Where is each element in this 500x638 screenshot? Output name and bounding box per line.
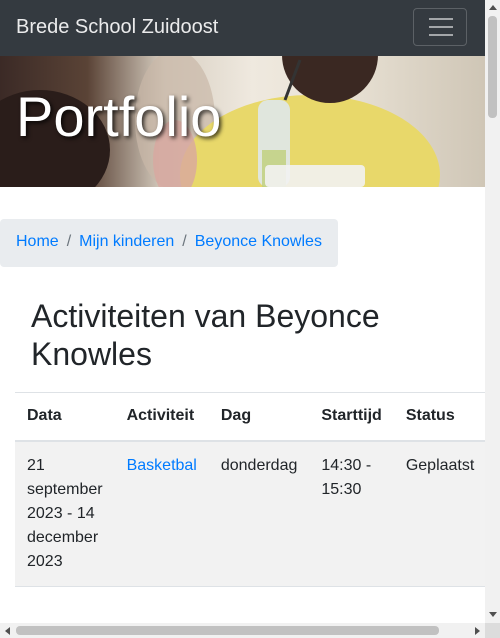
- column-header-data: Data: [15, 392, 115, 442]
- horizontal-scrollbar[interactable]: [0, 623, 485, 638]
- menu-toggle-button[interactable]: [413, 8, 467, 46]
- column-header-status: Status: [393, 392, 485, 442]
- page-viewport: Brede School Zuidoost Portfolio Home / Mij…: [0, 0, 485, 623]
- column-header-dag: Dag: [208, 392, 310, 442]
- vertical-scrollbar[interactable]: [485, 0, 500, 623]
- vertical-scrollbar-thumb[interactable]: [488, 16, 497, 118]
- hamburger-menu-icon: [429, 26, 453, 28]
- scroll-down-arrow-icon[interactable]: [489, 612, 497, 617]
- breadcrumb: Home / Mijn kinderen / Beyonce Knowles: [0, 219, 338, 267]
- hamburger-menu-icon-line: [429, 18, 453, 20]
- page-title: Activiteiten van Beyonce Knowles: [31, 298, 380, 372]
- column-header-starttijd: Starttijd: [309, 392, 394, 442]
- breadcrumb-children-link[interactable]: Mijn kinderen: [79, 233, 174, 250]
- breadcrumb-separator: /: [66, 233, 72, 250]
- horizontal-scrollbar-thumb[interactable]: [16, 626, 439, 635]
- hamburger-menu-icon-line: [429, 34, 453, 36]
- scroll-right-arrow-icon[interactable]: [475, 627, 480, 635]
- breadcrumb-child-link[interactable]: Beyonce Knowles: [195, 233, 322, 250]
- scrollbar-corner: [485, 623, 500, 638]
- cell-data: 21 september 2023 - 14 december 2023: [15, 441, 115, 587]
- table-row: 21 september 2023 - 14 december 2023 Bas…: [15, 441, 485, 587]
- breadcrumb-separator: /: [182, 233, 187, 250]
- activity-link[interactable]: Basketbal: [127, 457, 197, 474]
- scroll-left-arrow-icon[interactable]: [5, 627, 10, 635]
- column-header-activiteit: Activiteit: [114, 392, 209, 442]
- navbar: Brede School Zuidoost: [0, 0, 485, 56]
- cell-dag: donderdag: [208, 441, 310, 587]
- navbar-brand[interactable]: Brede School Zuidoost: [16, 16, 218, 39]
- breadcrumb-home-link[interactable]: Home: [16, 233, 59, 250]
- cell-starttijd: 14:30 - 15:30: [309, 441, 394, 587]
- hero-title: Portfolio: [16, 85, 222, 148]
- activities-table: Data Activiteit Dag Starttijd Status 21 …: [15, 392, 485, 587]
- scroll-up-arrow-icon[interactable]: [489, 5, 497, 10]
- cell-activiteit: Basketbal: [114, 441, 209, 587]
- cell-status: Geplaatst: [393, 441, 485, 587]
- table-header-row: Data Activiteit Dag Starttijd Status: [15, 392, 485, 442]
